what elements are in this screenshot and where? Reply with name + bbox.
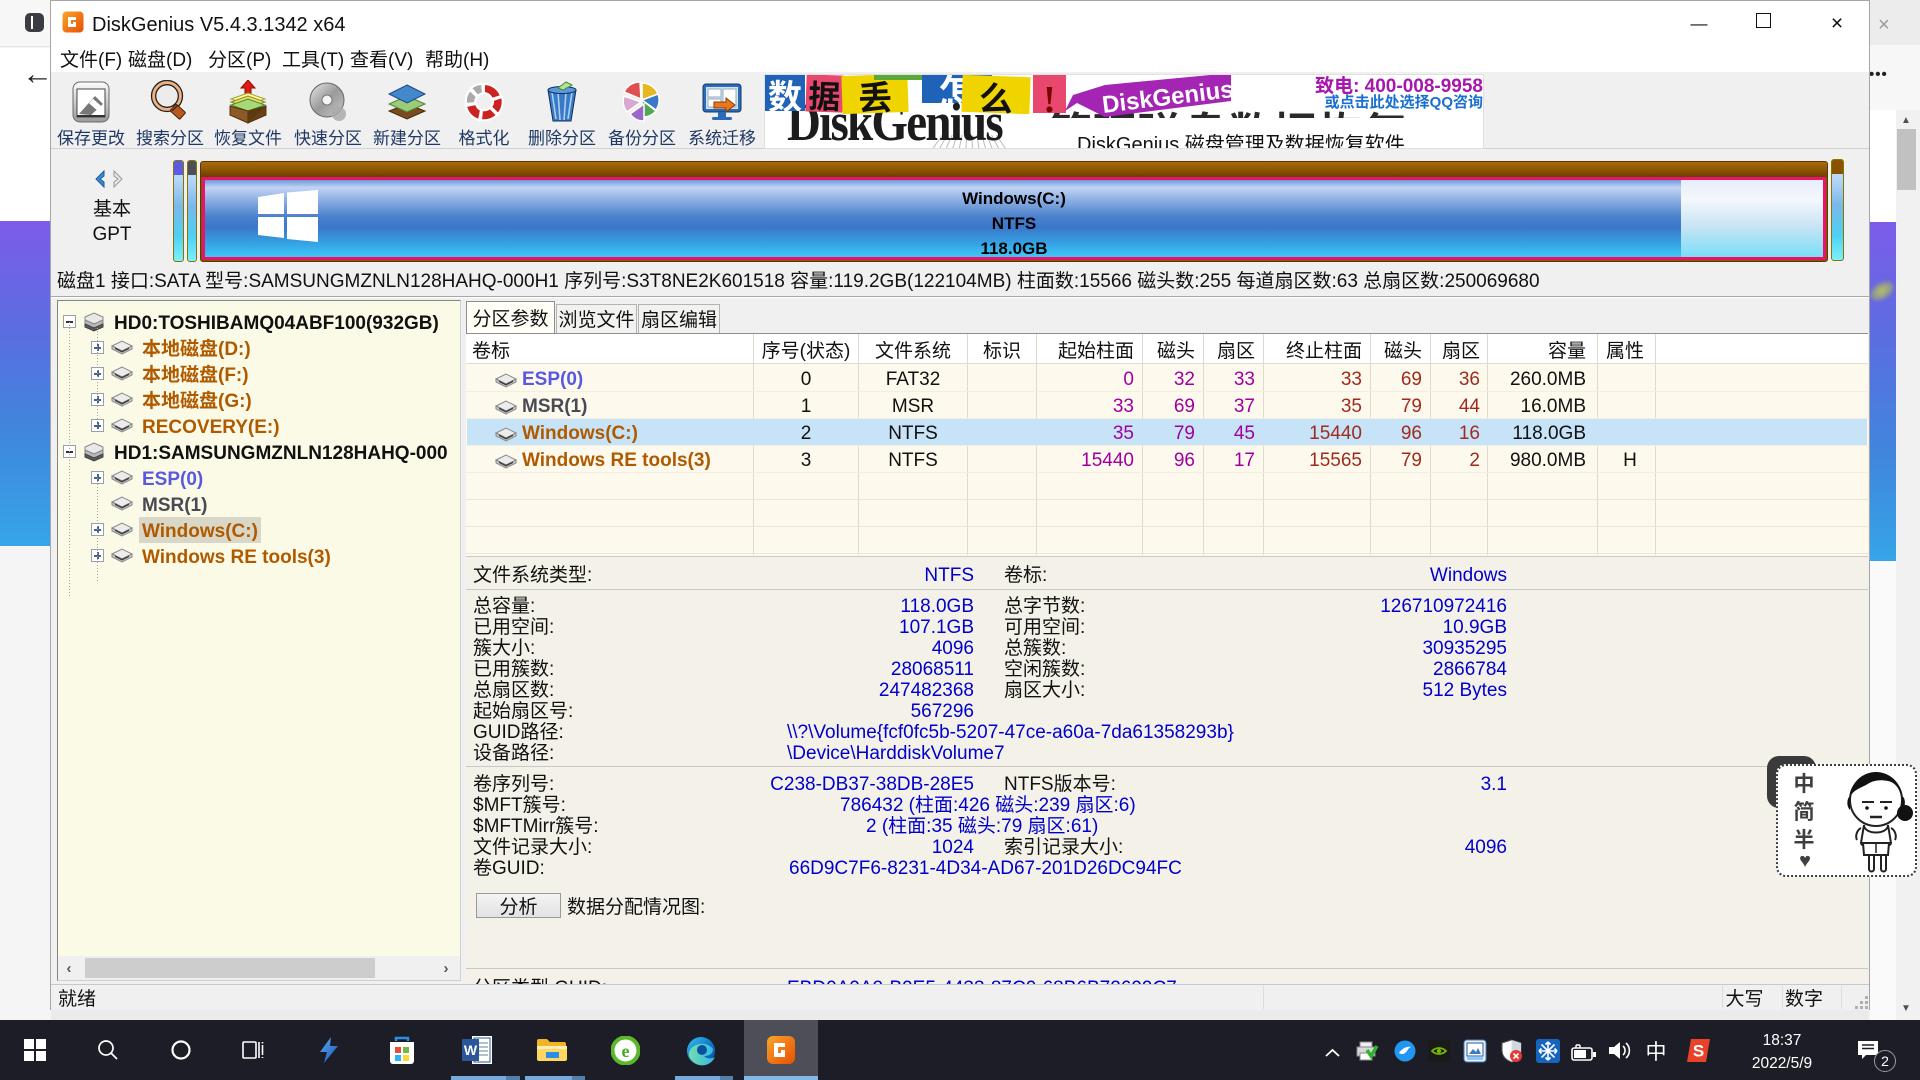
svg-text:S: S [1693, 1042, 1704, 1061]
svg-text:e: e [622, 1041, 630, 1061]
svg-text:W: W [464, 1042, 478, 1058]
